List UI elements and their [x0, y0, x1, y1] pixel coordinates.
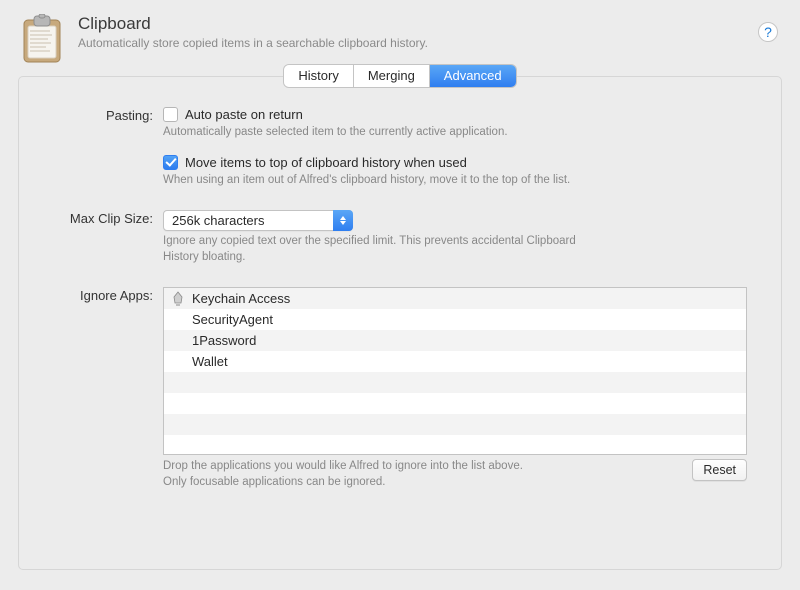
list-item[interactable]	[164, 393, 746, 414]
app-icon	[170, 354, 186, 370]
tab-history[interactable]: History	[284, 65, 353, 87]
auto-paste-checkbox[interactable]	[163, 107, 178, 122]
move-to-top-text: Move items to top of clipboard history w…	[185, 155, 467, 170]
page-subtitle: Automatically store copied items in a se…	[78, 36, 428, 50]
list-item-label: 1Password	[192, 333, 256, 348]
auto-paste-text: Auto paste on return	[185, 107, 303, 122]
ignore-apps-hint: Drop the applications you would like Alf…	[163, 459, 682, 490]
tab-advanced[interactable]: Advanced	[430, 65, 516, 87]
tab-bar: History Merging Advanced	[284, 65, 515, 87]
list-item-label: SecurityAgent	[192, 312, 273, 327]
ignore-apps-list[interactable]: Keychain Access SecurityAgent 1Password	[163, 287, 747, 455]
max-clip-size-select[interactable]: 256k characters	[163, 210, 353, 231]
list-item[interactable]: Wallet	[164, 351, 746, 372]
reset-button[interactable]: Reset	[692, 459, 747, 481]
app-icon	[170, 312, 186, 328]
help-button[interactable]: ?	[758, 22, 778, 42]
max-clip-hint: Ignore any copied text over the specifie…	[163, 234, 583, 265]
clipboard-app-icon	[20, 14, 64, 64]
header: Clipboard Automatically store copied ite…	[0, 0, 800, 74]
list-item[interactable]: Keychain Access	[164, 288, 746, 309]
move-to-top-hint: When using an item out of Alfred's clipb…	[163, 173, 747, 189]
pasting-label: Pasting:	[53, 107, 163, 123]
tab-merging[interactable]: Merging	[354, 65, 430, 87]
list-item[interactable]: 1Password	[164, 330, 746, 351]
content-panel: History Merging Advanced Pasting: Auto p…	[18, 76, 782, 570]
list-item-label: Keychain Access	[192, 291, 290, 306]
max-clip-label: Max Clip Size:	[53, 210, 163, 226]
list-item[interactable]: SecurityAgent	[164, 309, 746, 330]
select-stepper-icon	[333, 210, 353, 231]
auto-paste-hint: Automatically paste selected item to the…	[163, 125, 747, 141]
move-to-top-checkbox[interactable]	[163, 155, 178, 170]
max-clip-size-value: 256k characters	[172, 213, 265, 228]
ignore-apps-label: Ignore Apps:	[53, 287, 163, 303]
page-title: Clipboard	[78, 14, 428, 34]
list-item[interactable]	[164, 435, 746, 455]
list-item-label: Wallet	[192, 354, 228, 369]
list-item[interactable]	[164, 372, 746, 393]
app-icon	[170, 333, 186, 349]
list-item[interactable]	[164, 414, 746, 435]
keychain-icon	[170, 291, 186, 307]
